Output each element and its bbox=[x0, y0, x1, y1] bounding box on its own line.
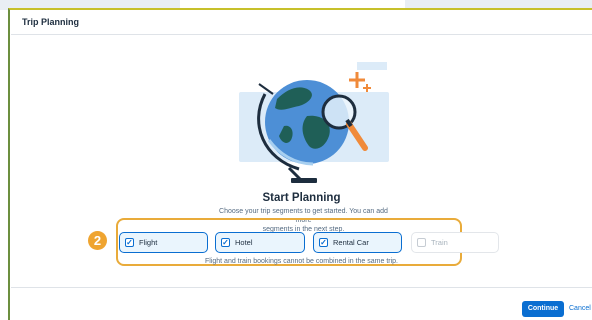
checkbox-icon: ✓ bbox=[125, 238, 134, 247]
segment-flight-toggle[interactable]: ✓ Flight bbox=[119, 232, 208, 253]
segment-hotel-label: Hotel bbox=[235, 238, 253, 247]
segment-rental-car-label: Rental Car bbox=[333, 238, 369, 247]
segment-hotel-toggle[interactable]: ✓ Hotel bbox=[215, 232, 305, 253]
dialog-title: Trip Planning bbox=[22, 17, 80, 27]
checkbox-icon: ✓ bbox=[319, 238, 328, 247]
cancel-button[interactable]: Cancel bbox=[569, 301, 591, 317]
checkbox-icon bbox=[417, 238, 426, 247]
start-planning-heading: Start Planning bbox=[262, 192, 341, 204]
segment-flight-label: Flight bbox=[139, 238, 158, 247]
globe-illustration bbox=[239, 62, 391, 183]
trip-planning-dialog: Trip Planning Start Planning Choose your… bbox=[11, 11, 592, 318]
step-badge: 2 bbox=[88, 231, 107, 250]
dialog-footer: Continue Cancel bbox=[11, 287, 592, 318]
continue-button[interactable]: Continue bbox=[522, 301, 564, 317]
segment-train-toggle: Train bbox=[411, 232, 499, 253]
segment-rental-car-toggle[interactable]: ✓ Rental Car bbox=[313, 232, 402, 253]
checkbox-icon: ✓ bbox=[221, 238, 230, 247]
booking-note: Flight and train bookings cannot be comb… bbox=[204, 258, 398, 265]
segment-train-label: Train bbox=[431, 238, 448, 247]
dialog-header: Trip Planning bbox=[11, 11, 592, 35]
